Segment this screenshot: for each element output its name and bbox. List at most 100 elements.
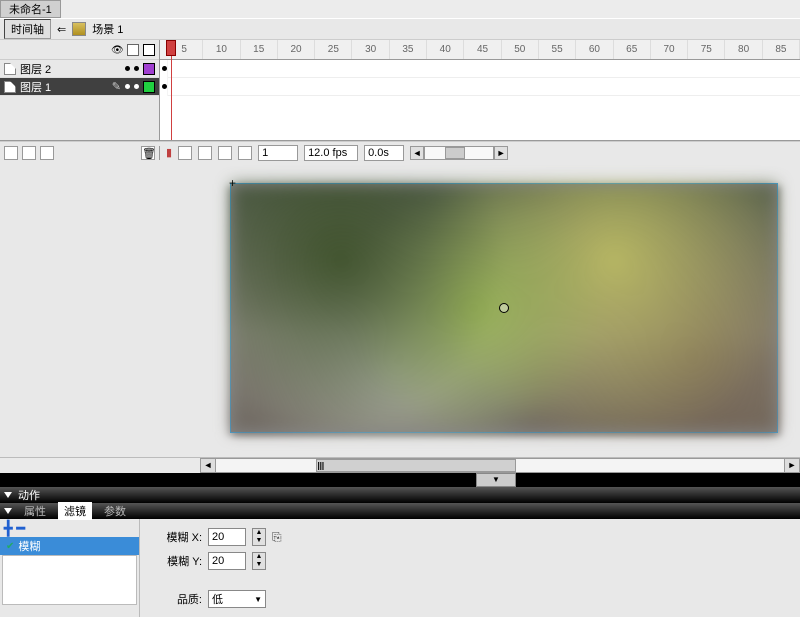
layer-page-icon [4,63,16,75]
center-frame-icon[interactable] [178,146,192,160]
timeline-ruler[interactable]: 5 10 15 20 25 30 35 40 45 50 55 60 65 70… [160,40,800,60]
timeline-track-row[interactable] [160,78,800,96]
twisty-icon[interactable] [4,508,12,514]
ruler-tick: 65 [614,40,651,59]
blur-y-label: 模糊 Y: [152,553,202,569]
filter-list-empty [2,555,137,605]
layer-name: 图层 1 [20,79,108,95]
ruler-tick: 30 [352,40,389,59]
onion-skin-icon[interactable] [198,146,212,160]
ruler-tick: 45 [464,40,501,59]
blur-y-stepper[interactable]: ▲▼ [252,552,266,570]
stage-scrollbar[interactable]: ◄ Ⅲ ► [0,457,800,473]
ruler-tick: 25 [315,40,352,59]
fps-field[interactable]: 12.0 fps [304,145,358,161]
add-filter-icon[interactable]: ╋ [4,520,12,537]
timeline-panel: 图层 2 图层 1 ✎ 5 10 15 20 25 30 35 40 45 50… [0,40,800,141]
ruler-tick: 35 [390,40,427,59]
filters-panel: ╋ ━ ✔ 模糊 模糊 X: ▲▼ ⎘ 模糊 Y: ▲▼ 品质: 低 ▼ [0,519,800,617]
panel-collapse-handle[interactable]: ▼ [476,473,516,487]
ruler-tick: 50 [502,40,539,59]
ruler-tick: 55 [539,40,576,59]
check-icon: ✔ [6,541,14,552]
layer-row[interactable]: 图层 2 [0,60,159,78]
pencil-icon: ✎ [112,80,121,93]
scroll-right-icon[interactable]: ► [494,146,508,160]
remove-filter-icon[interactable]: ━ [16,520,24,537]
properties-panel-header: 属性 滤镜 参数 [0,503,800,519]
quality-label: 品质: [152,591,202,607]
layer-panel: 图层 2 图层 1 ✎ [0,40,160,140]
ruler-tick: 80 [725,40,762,59]
outline-icon[interactable] [143,44,155,56]
layer-row[interactable]: 图层 1 ✎ [0,78,159,96]
chevron-down-icon: ▼ [254,595,262,604]
document-tab[interactable]: 未命名-1 [0,0,61,18]
filter-list: ╋ ━ ✔ 模糊 [0,519,140,617]
layer-color-chip[interactable] [143,81,155,93]
timeline-footer: 🗑 ▮ 1 12.0 fps 0.0s ◄ ► [0,141,800,163]
current-frame-field[interactable]: 1 [258,145,298,161]
lock-dot[interactable] [134,66,139,71]
timeline-track-row[interactable] [160,60,800,78]
ruler-tick: 60 [576,40,613,59]
tab-properties[interactable]: 属性 [18,502,52,520]
stage[interactable]: + [0,163,800,457]
lock-icon[interactable] [127,44,139,56]
filter-properties: 模糊 X: ▲▼ ⎘ 模糊 Y: ▲▼ 品质: 低 ▼ [140,519,800,617]
quality-value: 低 [212,591,223,607]
actions-panel-label: 动作 [18,487,40,503]
timeline-track-area[interactable]: 5 10 15 20 25 30 35 40 45 50 55 60 65 70… [160,40,800,140]
scroll-left-icon[interactable]: ◄ [410,146,424,160]
tab-filters[interactable]: 滤镜 [58,502,92,520]
quality-dropdown[interactable]: 低 ▼ [208,590,266,608]
visibility-dot[interactable] [125,66,130,71]
scroll-right-icon[interactable]: ► [784,458,800,473]
layer-header [0,40,159,60]
edit-multiple-frames-icon[interactable] [238,146,252,160]
ruler-tick: 40 [427,40,464,59]
scroll-left-icon[interactable]: ◄ [200,458,216,473]
scrollbar-thumb[interactable]: Ⅲ [316,459,516,472]
ruler-tick: 75 [688,40,725,59]
ruler-tick: 85 [763,40,800,59]
ruler-tick: 20 [278,40,315,59]
layer-page-icon [4,81,16,93]
blur-x-input[interactable] [208,528,246,546]
timeline-scrollbar[interactable]: ◄ ► [410,146,508,160]
lock-dot[interactable] [134,84,139,89]
elapsed-time-field: 0.0s [364,145,404,161]
filter-item-label: 模糊 [18,538,40,554]
scrollbar-thumb[interactable] [445,147,465,159]
ruler-tick: 15 [241,40,278,59]
ruler-tick: 10 [203,40,240,59]
playhead-marker-icon: ▮ [166,146,172,159]
scene-name[interactable]: 场景 1 [92,21,123,37]
playhead[interactable] [166,40,176,140]
actions-panel-header[interactable]: 动作 [0,487,800,503]
twisty-icon[interactable] [4,492,12,498]
eye-icon[interactable] [111,44,123,56]
layer-name: 图层 2 [20,61,121,77]
new-folder-icon[interactable] [40,146,54,160]
filter-item-blur[interactable]: ✔ 模糊 [0,537,139,555]
scene-toolbar: 时间轴 ⇐ 场景 1 [0,18,800,40]
panel-divider: ▼ [0,473,800,487]
onion-skin-outline-icon[interactable] [218,146,232,160]
blur-y-input[interactable] [208,552,246,570]
ruler-tick: 70 [651,40,688,59]
new-layer-icon[interactable] [4,146,18,160]
visibility-dot[interactable] [125,84,130,89]
blur-x-label: 模糊 X: [152,529,202,545]
layer-color-chip[interactable] [143,63,155,75]
back-icon[interactable]: ⇐ [57,23,66,36]
tab-params[interactable]: 参数 [98,502,132,520]
timeline-toggle-button[interactable]: 时间轴 [4,19,51,39]
registration-point-icon [499,303,509,313]
link-xy-icon[interactable]: ⎘ [272,530,282,545]
scene-icon [72,22,86,36]
new-guide-layer-icon[interactable] [22,146,36,160]
selected-symbol[interactable]: + [230,183,778,433]
blur-x-stepper[interactable]: ▲▼ [252,528,266,546]
trash-icon[interactable]: 🗑 [141,146,155,160]
